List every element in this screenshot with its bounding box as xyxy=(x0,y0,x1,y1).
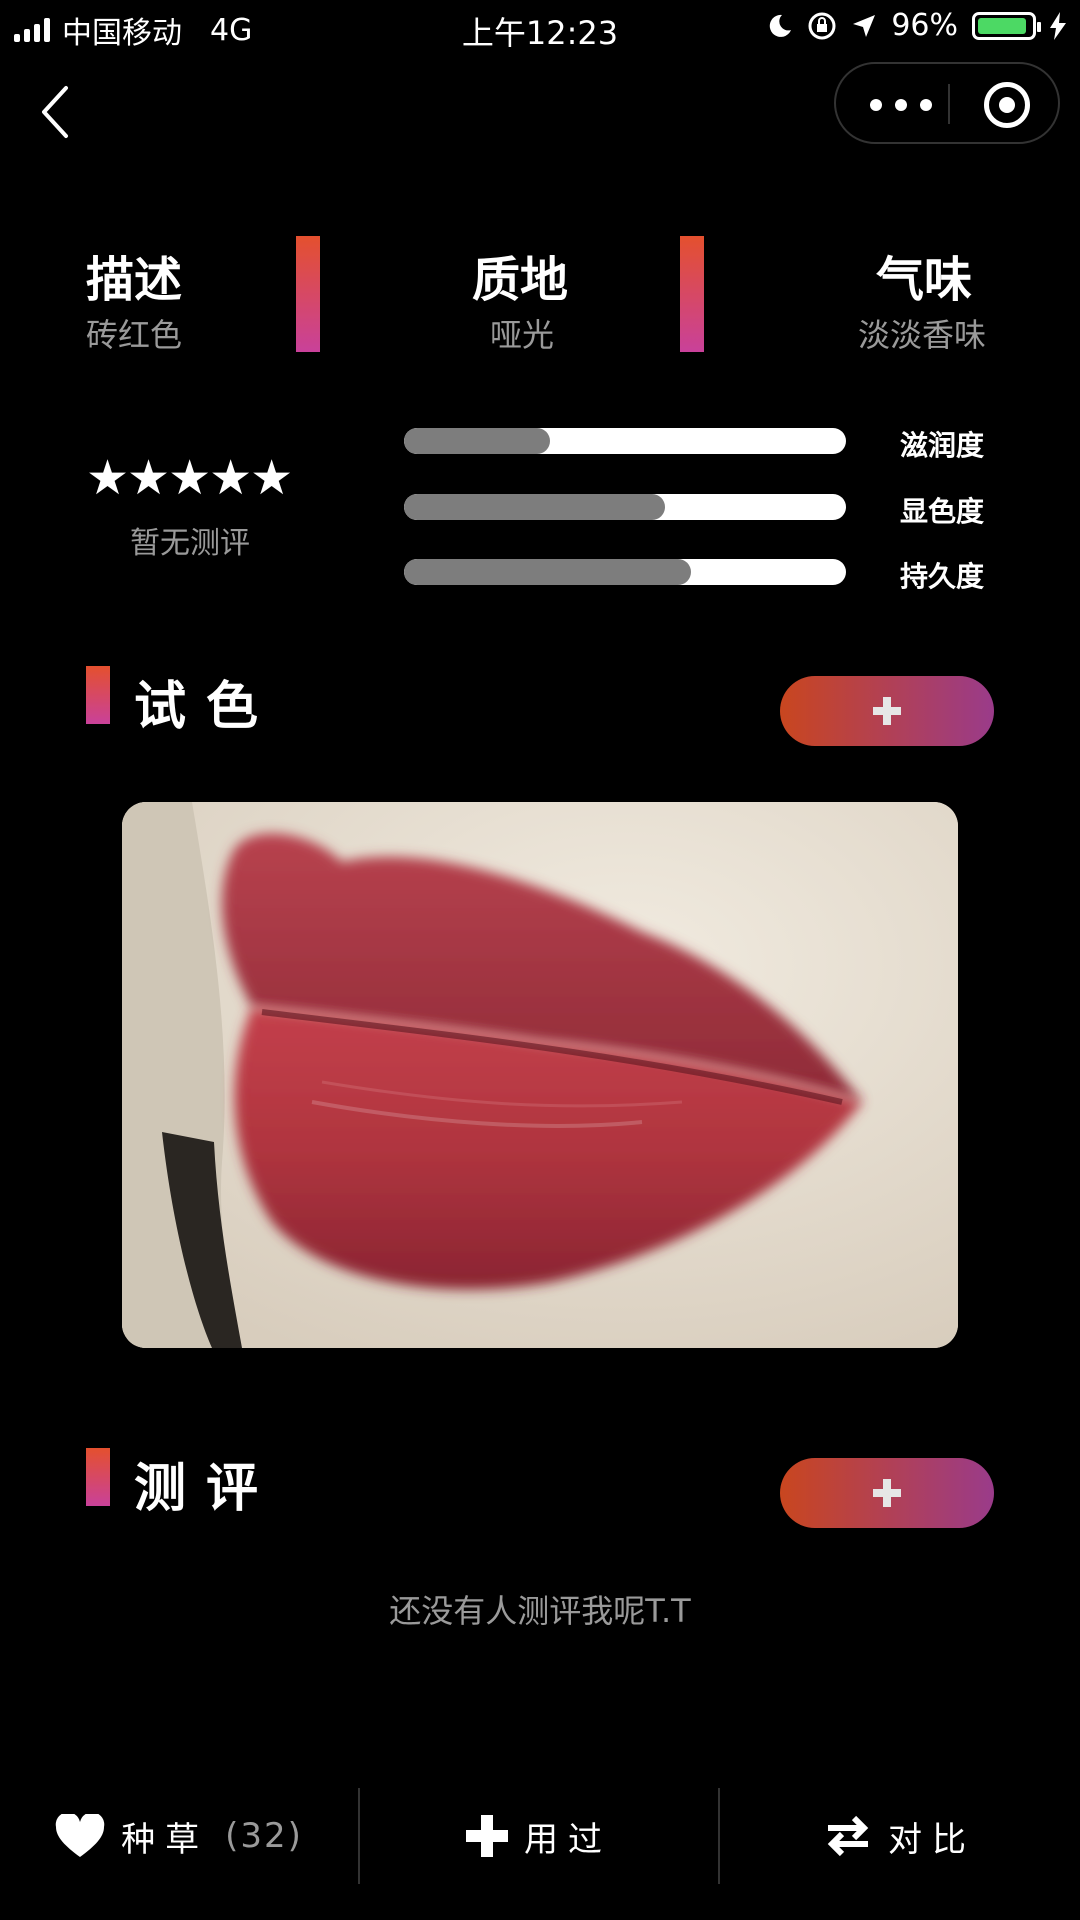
metric-label-longevity: 持久度 xyxy=(900,560,985,593)
lip-swatch-image xyxy=(122,802,958,1348)
accent-bar xyxy=(680,236,704,352)
section-accent-bar xyxy=(86,666,110,724)
attr-value-texture: 哑光 xyxy=(490,316,555,354)
status-right: 96% xyxy=(767,8,1066,43)
metric-fill xyxy=(404,559,692,585)
compare-button[interactable]: 对比 xyxy=(720,1786,1080,1886)
compare-label: 对比 xyxy=(888,1819,976,1860)
swatch-photo[interactable] xyxy=(122,802,958,1348)
plus-icon xyxy=(873,1479,901,1507)
review-section-title: 测评 xyxy=(134,1459,279,1519)
wishlist-count: (32) xyxy=(225,1816,303,1856)
empty-review-text: 还没有人测评我呢T.T xyxy=(389,1592,691,1630)
accent-bar xyxy=(296,236,320,352)
mini-program-capsule xyxy=(834,62,1060,144)
metric-bar-moisture xyxy=(404,428,846,454)
more-dots-icon[interactable] xyxy=(870,90,932,120)
attr-title-scent: 气味 xyxy=(876,252,973,308)
plus-icon xyxy=(873,697,901,725)
wishlist-label: 种草 xyxy=(121,1819,210,1860)
location-icon xyxy=(853,14,876,37)
bottom-action-bar: 种草 (32) 用过 对比 xyxy=(0,1786,1080,1886)
charging-icon xyxy=(1050,11,1066,40)
wishlist-button[interactable]: 种草 (32) xyxy=(0,1786,358,1886)
heart-icon xyxy=(55,1814,105,1857)
star-rating: ★★★★★ xyxy=(86,450,293,506)
section-accent-bar xyxy=(86,1448,110,1506)
status-bar: 中国移动 4G 上午12:23 96% xyxy=(0,0,1080,52)
metric-bar-color-payoff xyxy=(404,494,846,520)
metric-bar-longevity xyxy=(404,559,846,585)
metric-label-color-payoff: 显色度 xyxy=(900,495,985,528)
plus-icon xyxy=(466,1815,508,1857)
chevron-left-icon xyxy=(42,86,68,138)
attr-value-description: 砖红色 xyxy=(86,316,183,354)
used-button[interactable]: 用过 xyxy=(360,1786,718,1886)
target-icon[interactable] xyxy=(984,82,1030,128)
metric-fill xyxy=(404,494,665,520)
attr-value-scent: 淡淡香味 xyxy=(858,316,987,354)
battery-icon xyxy=(972,11,1041,40)
attr-title-description: 描述 xyxy=(86,252,183,308)
metric-label-moisture: 滋润度 xyxy=(900,429,985,462)
metric-fill xyxy=(404,428,550,454)
add-swatch-button[interactable] xyxy=(780,676,994,746)
swap-arrows-icon xyxy=(827,1815,869,1857)
moon-icon xyxy=(770,14,792,37)
rotation-lock-icon xyxy=(808,12,836,39)
swatch-section-title: 试色 xyxy=(134,677,279,737)
used-label: 用过 xyxy=(524,1819,612,1860)
capsule-divider xyxy=(948,84,950,124)
battery-percent: 96% xyxy=(891,8,958,43)
add-review-button[interactable] xyxy=(780,1458,994,1528)
back-button[interactable] xyxy=(36,82,76,142)
rating-status-text: 暂无测评 xyxy=(130,526,250,561)
attr-title-texture: 质地 xyxy=(472,252,569,308)
